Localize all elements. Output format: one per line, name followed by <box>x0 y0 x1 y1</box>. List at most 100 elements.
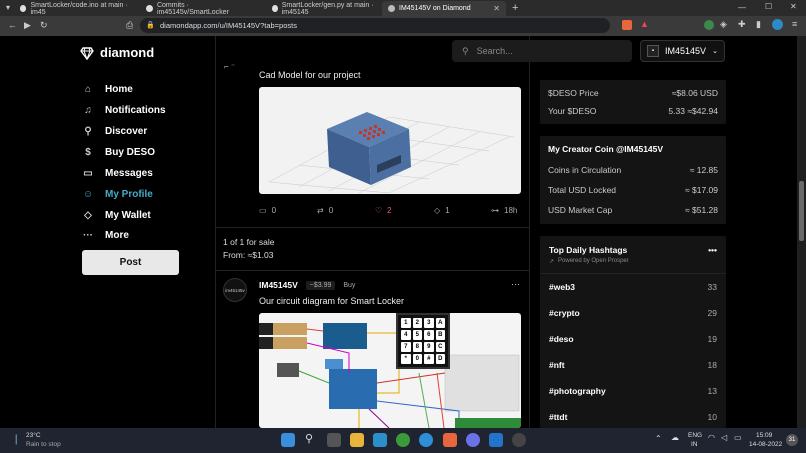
clock-time[interactable]: 15:09 <box>756 432 772 439</box>
coin-row-value: ≈ $51.28 <box>684 205 718 215</box>
language-label[interactable]: ENG <box>688 432 702 439</box>
repost-action[interactable]: ⇄ 0 <box>317 206 333 215</box>
rewards-icon[interactable]: ▲ <box>640 19 649 29</box>
weather-icon[interactable]: ❘ <box>12 434 20 445</box>
nav-my-profile[interactable]: ☺ My Profile <box>83 189 153 200</box>
nav-notifications[interactable]: ♫ Notifications <box>83 105 166 116</box>
post-options-icon[interactable]: ··· <box>511 279 520 289</box>
hashtag-item[interactable]: #photography 13 <box>540 386 726 396</box>
address-bar[interactable]: diamondapp.com/u/IM45145V?tab=posts <box>140 18 610 33</box>
nav-messages[interactable]: ▭ Messages <box>83 168 153 179</box>
powered-by[interactable]: ↗ Powered by Open Prosper <box>540 255 726 265</box>
brave-icon[interactable] <box>443 433 457 447</box>
logo[interactable]: diamond <box>80 45 154 60</box>
cloud-icon[interactable]: ☁ <box>671 433 679 442</box>
nav-label: Discover <box>105 126 148 137</box>
repost-icon: ⇄ <box>317 206 324 215</box>
file-explorer-icon[interactable] <box>350 433 364 447</box>
nav-my-wallet[interactable]: ◇ My Wallet <box>83 210 151 221</box>
nav-more[interactable]: ··· More <box>83 230 129 241</box>
hashtag-item[interactable]: #nft 18 <box>540 360 726 370</box>
discord-icon[interactable] <box>466 433 480 447</box>
weather-temp[interactable]: 23°C <box>26 432 41 439</box>
reading-list-icon[interactable]: ▮ <box>756 19 761 30</box>
clock-date[interactable]: 14-08-2022 <box>749 441 782 448</box>
nav-label: Buy DESO <box>105 147 156 158</box>
hashtag: #photography <box>549 386 606 396</box>
nav-label: Notifications <box>105 105 166 116</box>
nav-home[interactable]: ⌂ Home <box>83 84 133 95</box>
hashtag-item[interactable]: #web3 33 <box>540 282 726 292</box>
brave-shield-icon[interactable] <box>622 20 632 30</box>
hashtag-count: 18 <box>707 360 717 370</box>
post-image-circuit-diagram[interactable] <box>259 313 521 428</box>
xbox-icon[interactable] <box>396 433 410 447</box>
new-tab-icon[interactable]: + <box>512 2 518 14</box>
user-icon: ☺ <box>83 189 94 200</box>
divider <box>216 270 530 271</box>
buy-link[interactable]: Buy <box>343 282 355 289</box>
post-image-cad-model[interactable] <box>259 87 521 194</box>
avatar[interactable]: ⌐ ⁻ <box>224 62 246 78</box>
menu-icon[interactable]: ≡ <box>792 19 797 29</box>
lock-icon[interactable]: 🔒 <box>146 21 155 29</box>
maximize-icon[interactable]: ☐ <box>765 2 772 11</box>
browser-tab[interactable]: Commits · im45145v/SmartLocker <box>140 1 262 16</box>
user-dropdown[interactable]: ▪ IM45145V ⌄ <box>640 40 725 62</box>
hashtags-title: Top Daily Hashtags <box>549 245 628 255</box>
minimize-icon[interactable]: — <box>738 3 746 12</box>
avatar[interactable]: im45145v <box>223 278 247 302</box>
close-tab-icon[interactable]: ✕ <box>493 4 500 13</box>
home-icon: ⌂ <box>84 84 92 95</box>
mail-icon[interactable] <box>489 433 503 447</box>
keypad-key: * <box>401 354 411 364</box>
profile-avatar-icon[interactable] <box>772 19 783 30</box>
language-region[interactable]: IN <box>691 441 698 448</box>
hashtag-count: 13 <box>707 386 717 396</box>
forward-icon[interactable]: ▶ <box>24 20 31 31</box>
keypad-key: 4 <box>401 330 411 340</box>
browser-tab[interactable]: SmartLocker/gen.py at main · im45145 <box>266 1 380 16</box>
volume-icon[interactable]: ◁ <box>721 433 727 442</box>
extensions-puzzle-icon[interactable]: ✚ <box>738 19 746 30</box>
edge-icon[interactable] <box>419 433 433 447</box>
github-icon <box>20 5 27 12</box>
search-icon[interactable]: ⚲ <box>305 432 313 445</box>
like-action[interactable]: ♡ 2 <box>375 206 392 215</box>
start-icon[interactable] <box>281 433 295 447</box>
more-options-icon[interactable]: ••• <box>708 245 717 255</box>
reload-icon[interactable]: ↻ <box>40 20 48 31</box>
scrollbar[interactable] <box>797 36 806 428</box>
hashtag-item[interactable]: #crypto 29 <box>540 308 726 318</box>
post-author[interactable]: IM45145V <box>259 280 298 290</box>
back-icon[interactable]: ← <box>8 20 17 30</box>
window-close-icon[interactable]: ✕ <box>790 2 797 11</box>
post-button[interactable]: Post <box>82 250 179 275</box>
bookmark-icon[interactable]: ⎙ <box>126 20 133 31</box>
battery-icon[interactable]: ▭ <box>734 433 742 442</box>
shield-icon[interactable]: ◈ <box>720 19 727 30</box>
bell-icon: ♫ <box>84 105 92 116</box>
coin-row-value: ≈ $17.09 <box>684 185 718 195</box>
browser-tab[interactable]: SmartLocker/code.ino at main · im45 <box>14 1 136 16</box>
hashtag-item[interactable]: #deso 19 <box>540 334 726 344</box>
search-input[interactable]: ⚲ Search... <box>452 40 632 62</box>
weather-text[interactable]: Rain to stop <box>26 441 61 448</box>
hashtag: #web3 <box>549 282 575 292</box>
notification-badge[interactable]: 31 <box>786 434 798 446</box>
tab-search-icon[interactable]: ▾ <box>6 3 10 12</box>
nav-buy-deso[interactable]: $ Buy DESO <box>83 147 155 158</box>
wifi-icon[interactable]: ◠ <box>708 433 715 442</box>
hashtag-item[interactable]: #ttdt 10 <box>540 412 726 422</box>
diamond-action[interactable]: ◇ 1 <box>434 206 450 215</box>
settings-icon[interactable] <box>512 433 526 447</box>
app-icon[interactable] <box>373 433 387 447</box>
comment-action[interactable]: ▭ 0 <box>259 206 276 215</box>
extension-icon[interactable] <box>704 20 714 30</box>
nav-discover[interactable]: ⚲ Discover <box>83 126 147 137</box>
chevron-up-icon[interactable]: ⌃ <box>655 434 662 443</box>
share-action[interactable]: ⊶ 18h <box>491 206 517 215</box>
task-view-icon[interactable] <box>327 433 341 447</box>
scrollbar-thumb[interactable] <box>799 181 804 241</box>
browser-tab-active[interactable]: IM45145V on Diamond ✕ <box>382 1 506 16</box>
